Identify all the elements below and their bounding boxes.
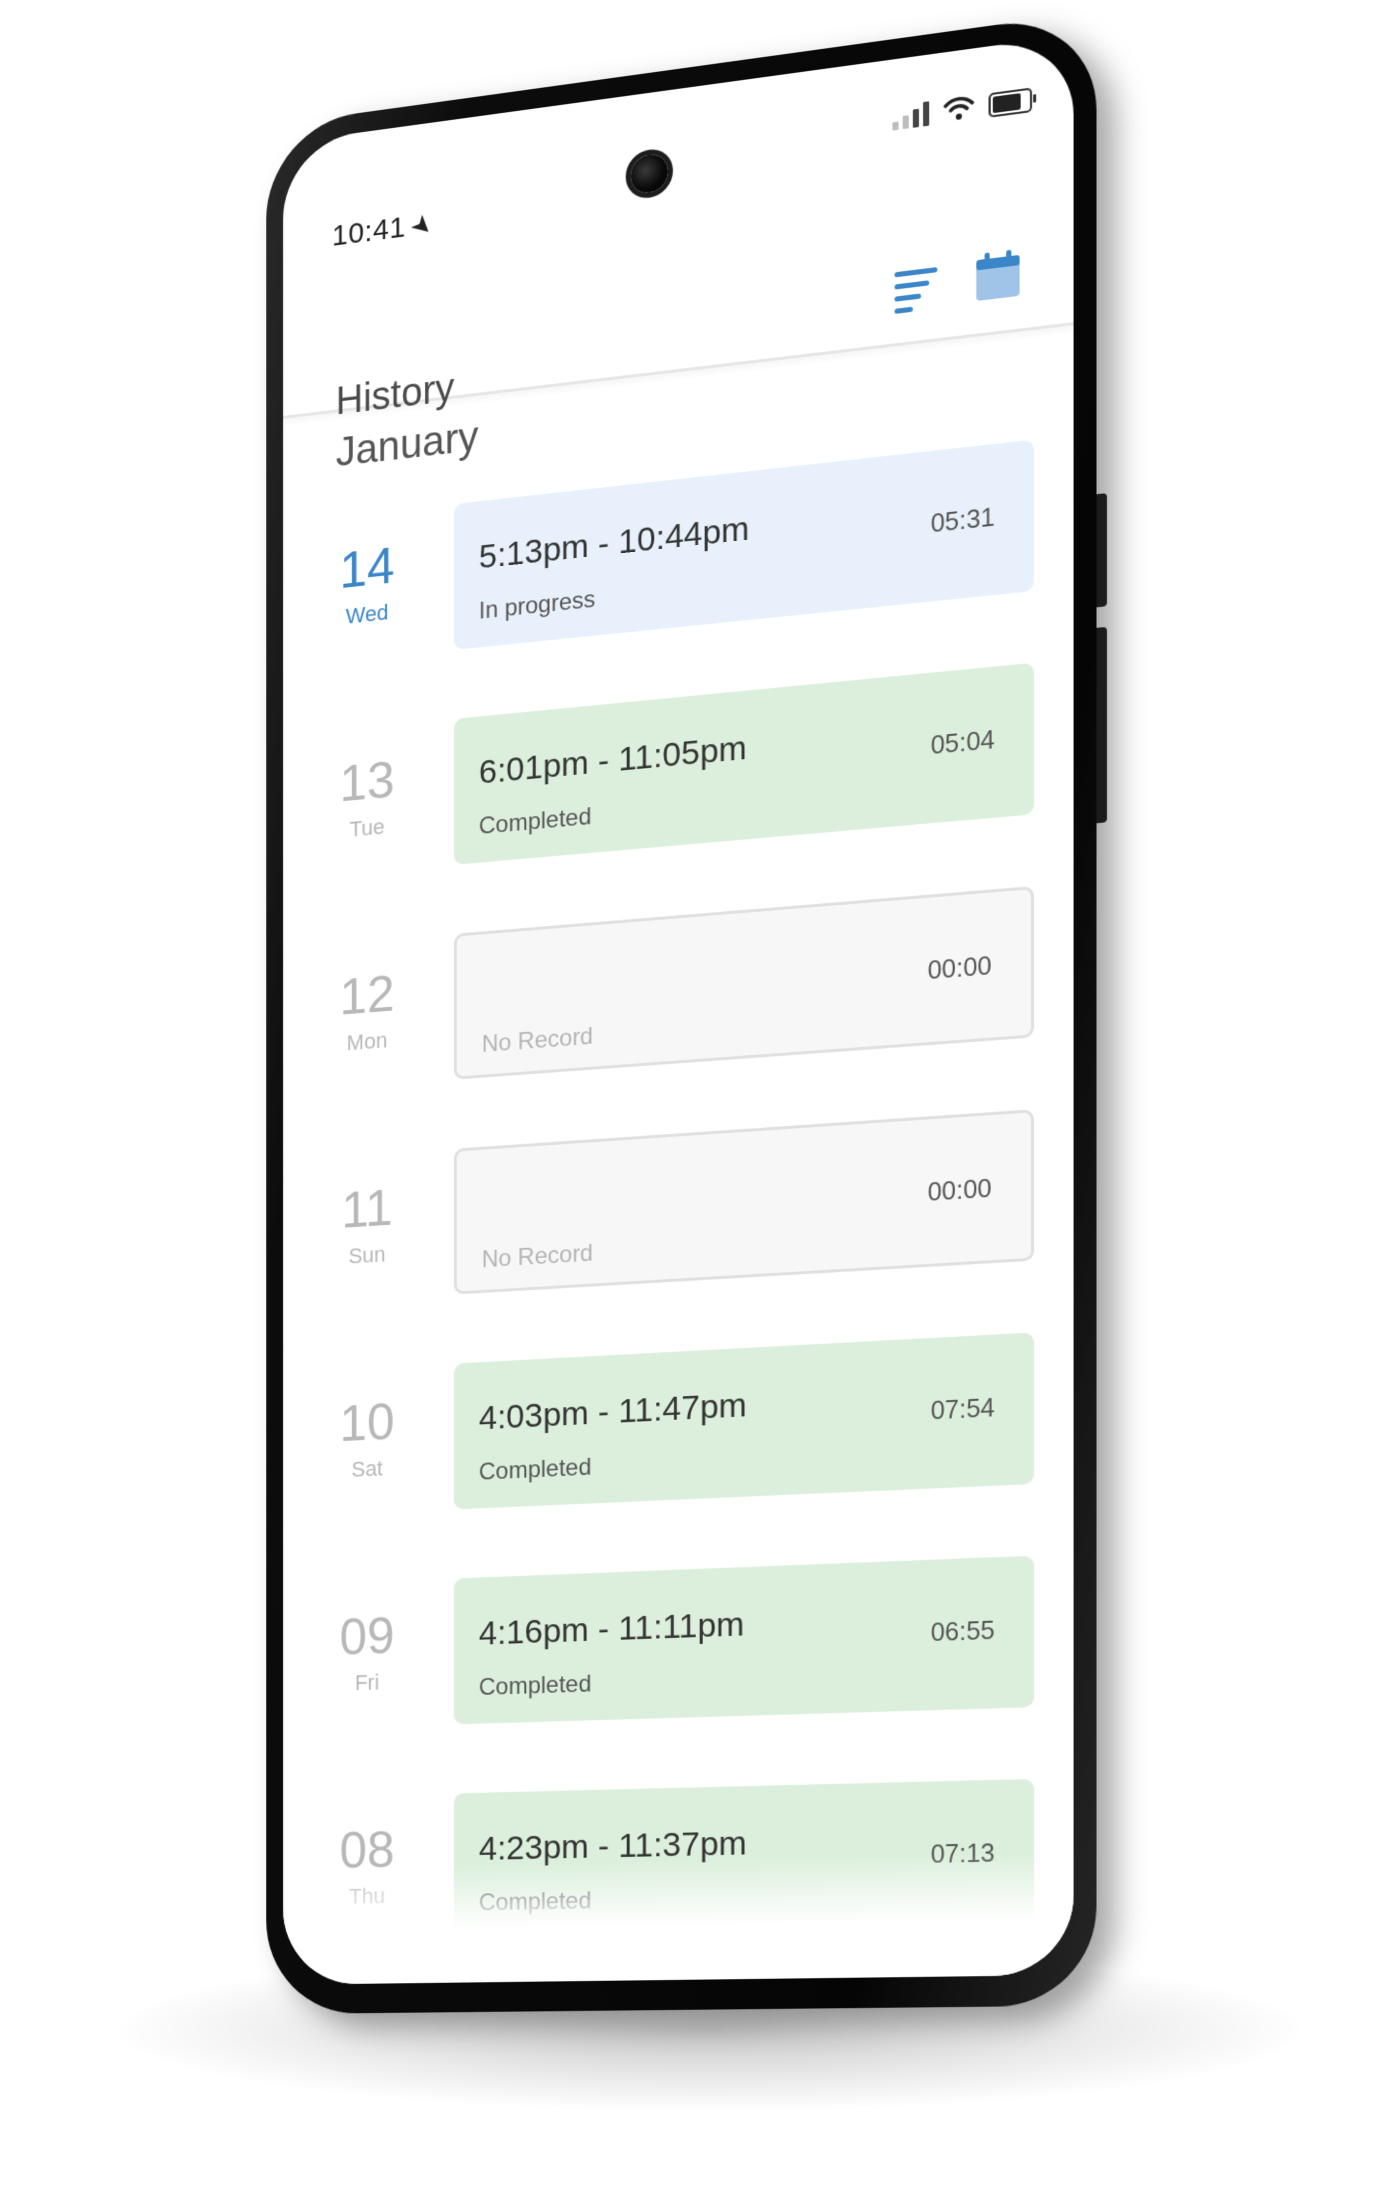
card-time-range: 4:16pm - 11:11pm xyxy=(478,1605,745,1653)
day-row-09: 09 Fri 4:16pm - 11:11pm Completed 06:55 xyxy=(283,1554,1073,1741)
status-time-text: 10:41 xyxy=(332,210,406,253)
cellular-signal-icon xyxy=(892,99,930,131)
card-duration: 00:00 xyxy=(927,951,992,986)
card-status: No Record xyxy=(481,1239,594,1274)
day-date: 13 Tue xyxy=(324,751,409,845)
bottom-fade xyxy=(283,1851,1074,1985)
header-actions xyxy=(894,246,1022,314)
page-title: History xyxy=(335,366,455,424)
calendar-icon[interactable] xyxy=(974,246,1021,303)
status-icons xyxy=(892,85,1033,131)
card-time-range: 5:13pm - 10:44pm xyxy=(478,509,750,577)
day-date: 11 Sun xyxy=(324,1179,409,1271)
day-card-09[interactable]: 4:16pm - 11:11pm Completed 06:55 xyxy=(453,1555,1035,1725)
battery-icon xyxy=(988,87,1033,118)
day-date: 09 Fri xyxy=(324,1607,409,1697)
day-card-10[interactable]: 4:03pm - 11:47pm Completed 07:54 xyxy=(453,1332,1035,1510)
day-card-12[interactable]: No Record 00:00 xyxy=(453,885,1035,1080)
day-number: 14 xyxy=(339,537,395,600)
day-of-week: Fri xyxy=(354,1669,380,1696)
card-status: Completed xyxy=(478,1670,592,1701)
volume-button xyxy=(1096,493,1107,608)
day-card-14[interactable]: 5:13pm - 10:44pm In progress 05:31 xyxy=(453,439,1035,650)
card-duration: 00:00 xyxy=(927,1174,992,1207)
phone-device: 10:41➤ History January 14 Wed 5:13pm - 1… xyxy=(266,10,1107,2015)
card-status: No Record xyxy=(481,1022,594,1058)
card-duration: 05:04 xyxy=(930,725,995,761)
card-duration: 07:54 xyxy=(930,1393,995,1426)
day-number: 10 xyxy=(339,1393,395,1453)
day-number: 13 xyxy=(339,751,395,814)
card-status: Completed xyxy=(478,803,592,840)
location-arrow-icon: ➤ xyxy=(404,206,441,244)
status-time: 10:41➤ xyxy=(332,207,440,253)
day-row-11: 11 Sun No Record 00:00 xyxy=(283,1106,1073,1316)
day-card-11[interactable]: No Record 00:00 xyxy=(453,1109,1035,1295)
phone-screen: 10:41➤ History January 14 Wed 5:13pm - 1… xyxy=(283,34,1074,1985)
day-date: 12 Mon xyxy=(324,965,409,1058)
card-time-range: 4:03pm - 11:47pm xyxy=(478,1386,747,1438)
filter-lines-icon[interactable] xyxy=(894,261,938,314)
card-time-range: 6:01pm - 11:05pm xyxy=(478,728,747,792)
day-row-10: 10 Sat 4:03pm - 11:47pm Completed 07:54 xyxy=(283,1330,1073,1528)
day-of-week: Sat xyxy=(351,1455,383,1482)
day-row-13: 13 Tue 6:01pm - 11:05pm Completed 05:04 xyxy=(283,659,1073,892)
day-row-14: 14 Wed 5:13pm - 10:44pm In progress 05:3… xyxy=(283,435,1073,679)
day-date: 14 Wed xyxy=(324,537,409,631)
power-button xyxy=(1096,626,1107,824)
day-number: 11 xyxy=(341,1179,393,1240)
day-of-week: Sun xyxy=(348,1241,386,1269)
card-status: Completed xyxy=(478,1453,592,1486)
scene: 10:41➤ History January 14 Wed 5:13pm - 1… xyxy=(0,0,1390,2186)
month-label: January xyxy=(335,412,479,476)
day-of-week: Tue xyxy=(349,813,385,842)
day-card-13[interactable]: 6:01pm - 11:05pm Completed 05:04 xyxy=(453,662,1035,865)
card-status: In progress xyxy=(478,585,596,625)
day-of-week: Mon xyxy=(346,1027,388,1056)
card-duration: 05:31 xyxy=(930,503,995,539)
day-row-12: 12 Mon No Record 00:00 xyxy=(283,883,1073,1104)
day-number: 09 xyxy=(339,1607,395,1667)
day-number: 12 xyxy=(339,965,395,1027)
day-date: 10 Sat xyxy=(324,1393,409,1483)
card-duration: 06:55 xyxy=(930,1616,995,1648)
day-of-week: Wed xyxy=(345,599,389,629)
wifi-icon xyxy=(944,93,975,124)
